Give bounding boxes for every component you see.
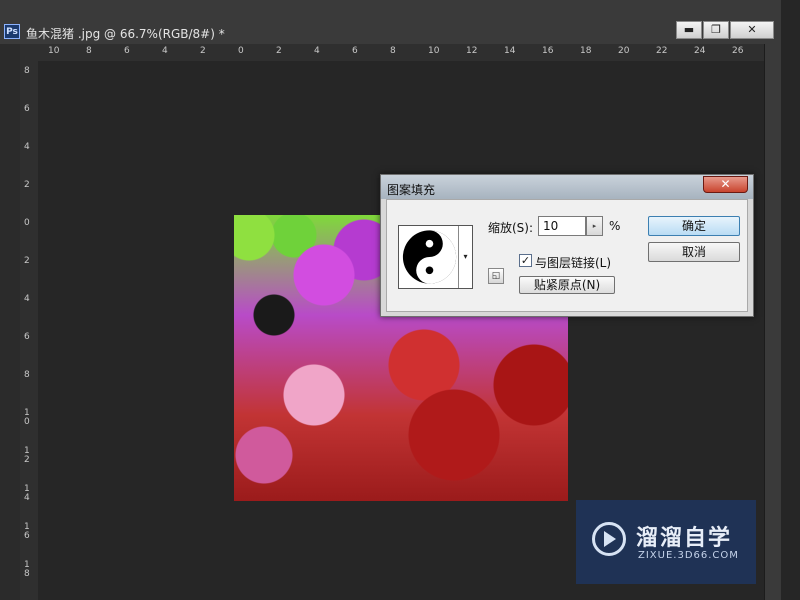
snap-to-origin-button[interactable]: 贴紧原点(N) xyxy=(519,276,615,294)
document-title-bar: Ps 鱼木混猪 .jpg @ 66.7%(RGB/8#) * ▬ ❐ ✕ xyxy=(0,0,800,45)
dialog-close-button[interactable]: ✕ xyxy=(703,176,748,193)
document-title: 鱼木混猪 .jpg @ 66.7%(RGB/8#) * xyxy=(26,27,225,41)
dialog-body: ▾ ◱ 缩放(S): 10 ▸ % ✓ 与图层链接(L) 贴紧原点(N) 确定 … xyxy=(386,199,748,312)
ruler-top-label: 20 xyxy=(618,46,630,56)
scale-slider-arrow-icon[interactable]: ▸ xyxy=(586,216,603,236)
ruler-top-label: 10 xyxy=(48,46,60,56)
ruler-left-label: 6 xyxy=(24,104,30,114)
ruler-left-label: 8 xyxy=(24,66,30,76)
ruler-left-label: 6 xyxy=(24,332,30,342)
photoshop-app-icon: Ps xyxy=(4,24,20,39)
dialog-title-bar[interactable]: 图案填充 ✕ xyxy=(381,175,753,199)
ruler-top-label: 24 xyxy=(694,46,706,56)
ruler-left-label: 2 xyxy=(24,256,30,266)
ruler-top-label: 6 xyxy=(124,46,130,56)
pattern-picker[interactable]: ▾ xyxy=(398,225,473,289)
minimize-button[interactable]: ▬ xyxy=(676,21,702,39)
ruler-left-label: 8 xyxy=(24,370,30,380)
ruler-top-label: 0 xyxy=(238,46,244,56)
ruler-top-label: 2 xyxy=(276,46,282,56)
ruler-top-label: 8 xyxy=(86,46,92,56)
vertical-ruler[interactable]: 8 6 4 2 0 2 4 6 8 10 12 14 16 18 xyxy=(20,61,39,600)
ruler-top-label: 8 xyxy=(390,46,396,56)
ruler-left-label: 10 xyxy=(24,408,30,427)
yin-yang-pattern-icon xyxy=(402,230,457,284)
vertical-scrollbar[interactable] xyxy=(764,44,782,600)
ruler-origin-corner[interactable] xyxy=(20,44,38,61)
ruler-top-label: 18 xyxy=(580,46,592,56)
ruler-left-label: 2 xyxy=(24,180,30,190)
ruler-top-label: 2 xyxy=(200,46,206,56)
ruler-left-label: 4 xyxy=(24,142,30,152)
watermark-name: 溜溜自学 xyxy=(636,526,733,551)
close-window-button[interactable]: ✕ xyxy=(730,21,774,39)
left-frame xyxy=(0,44,20,600)
ruler-top-label: 10 xyxy=(428,46,440,56)
ruler-top-label: 16 xyxy=(542,46,554,56)
cancel-button[interactable]: 取消 xyxy=(648,242,740,262)
ruler-top-label: 14 xyxy=(504,46,516,56)
dialog-title: 图案填充 xyxy=(387,183,436,197)
link-with-layer-label[interactable]: 与图层链接(L) xyxy=(535,254,611,271)
ruler-left-label: 14 xyxy=(24,484,30,503)
play-triangle-icon xyxy=(604,531,616,547)
ruler-top-label: 4 xyxy=(162,46,168,56)
ruler-left-label: 18 xyxy=(24,560,30,579)
ruler-left-label: 4 xyxy=(24,294,30,304)
ruler-top-label: 22 xyxy=(656,46,668,56)
link-with-layer-checkbox[interactable]: ✓ xyxy=(519,254,532,267)
watermark-url: ZIXUE.3D66.COM xyxy=(638,550,739,561)
scale-unit: % xyxy=(609,219,621,233)
restore-button[interactable]: ❐ xyxy=(703,21,729,39)
ruler-top-label: 12 xyxy=(466,46,478,56)
ruler-top-label: 6 xyxy=(352,46,358,56)
ruler-top-label: 26 xyxy=(732,46,744,56)
new-preset-icon[interactable]: ◱ xyxy=(488,268,504,284)
pattern-fill-dialog: 图案填充 ✕ ▾ ◱ 缩放(S): 10 ▸ % ✓ 与图层链接(L) 贴紧原点… xyxy=(380,174,754,317)
ok-button[interactable]: 确定 xyxy=(648,216,740,236)
right-frame xyxy=(781,0,800,600)
ruler-left-label: 16 xyxy=(24,522,30,541)
watermark-logo: 溜溜自学 ZIXUE.3D66.COM xyxy=(576,500,756,584)
pattern-dropdown-arrow-icon[interactable]: ▾ xyxy=(458,226,472,288)
scale-label: 缩放(S): xyxy=(488,221,534,235)
scale-input[interactable]: 10 xyxy=(538,216,586,236)
ruler-left-label: 0 xyxy=(24,218,30,228)
horizontal-ruler[interactable]: 10 8 6 4 2 0 2 4 6 8 10 12 14 16 18 20 2… xyxy=(38,44,764,62)
ruler-left-label: 12 xyxy=(24,446,30,465)
ruler-top-label: 4 xyxy=(314,46,320,56)
